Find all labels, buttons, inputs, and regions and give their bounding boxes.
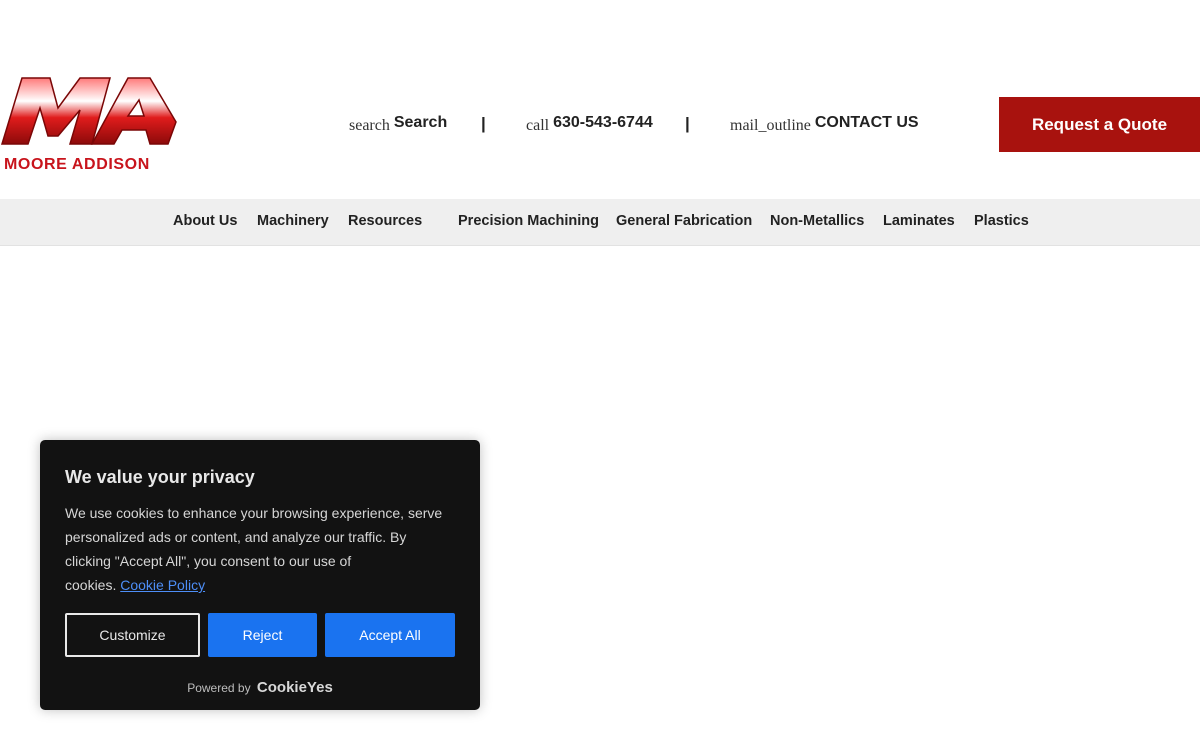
cookie-text-line: personalized ads or content, and analyze…	[65, 529, 407, 545]
customize-button[interactable]: Customize	[65, 613, 200, 657]
site-logo[interactable]: MOORE ADDISON	[0, 74, 180, 178]
nav-item-plastics[interactable]: Plastics	[974, 213, 1029, 229]
nav-item-laminates[interactable]: Laminates	[883, 213, 955, 229]
cookie-banner-text: We use cookies to enhance your browsing …	[65, 501, 460, 597]
nav-item-precision-machining[interactable]: Precision Machining	[458, 213, 599, 229]
cookie-text-line: We use cookies to enhance your browsing …	[65, 505, 443, 521]
header-separator: |	[481, 114, 486, 133]
cookie-text-line: clicking "Accept All", you consent to ou…	[65, 553, 352, 569]
nav-item-machinery[interactable]: Machinery	[257, 213, 329, 229]
cookie-consent-banner: We value your privacy We use cookies to …	[40, 440, 480, 710]
nav-item-resources[interactable]: Resources	[348, 213, 422, 229]
logo-wordmark: MOORE ADDISON	[4, 156, 150, 173]
reject-button[interactable]: Reject	[208, 613, 317, 657]
cookie-banner-title: We value your privacy	[65, 467, 255, 487]
contact-label: CONTACT US	[814, 114, 919, 131]
search-icon: search	[349, 117, 390, 134]
header-contact-link[interactable]: mail_outline CONTACT US	[730, 114, 919, 134]
mail-outline-icon: mail_outline	[730, 117, 811, 134]
cookieyes-logo[interactable]: CookieYes	[257, 679, 333, 696]
nav-item-non-metallics[interactable]: Non-Metallics	[770, 213, 864, 229]
nav-item-about-us[interactable]: About Us	[173, 213, 237, 229]
ma-logo-mark-icon	[0, 77, 177, 145]
call-icon: call	[526, 117, 550, 134]
request-quote-button[interactable]: Request a Quote	[999, 97, 1200, 152]
header-separator: |	[685, 114, 690, 133]
header-phone-link[interactable]: call 630-543-6744	[526, 114, 653, 134]
nav-item-general-fabrication[interactable]: General Fabrication	[616, 213, 752, 229]
search-label: Search	[393, 114, 448, 131]
cookie-text-line: cookies.	[65, 577, 121, 593]
accept-all-button[interactable]: Accept All	[325, 613, 455, 657]
powered-by-label: Powered by	[187, 681, 251, 695]
powered-by: Powered by CookieYes	[40, 679, 480, 696]
cookie-policy-link[interactable]: Cookie Policy	[120, 577, 205, 593]
phone-number: 630-543-6744	[553, 114, 653, 131]
main-nav: About Us Machinery Resources Precision M…	[0, 199, 1200, 246]
header-search-link[interactable]: search Search	[349, 114, 448, 134]
